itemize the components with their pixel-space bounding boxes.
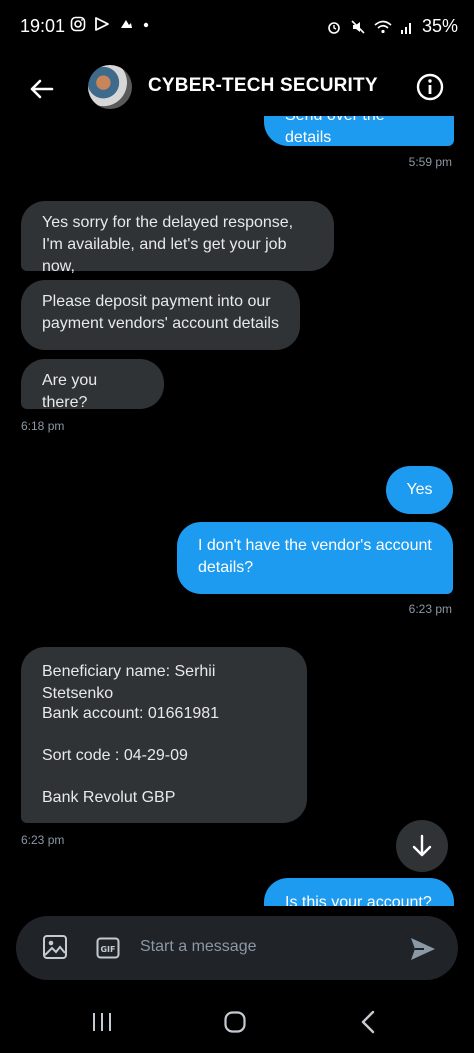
status-time: 19:01 [20,16,66,36]
message-thread[interactable]: Send over the details 5:59 pm Yes sorry … [0,116,474,906]
image-icon[interactable] [42,934,68,960]
gif-icon[interactable]: GIF [96,936,120,960]
message-timestamp: 6:18 pm [21,419,65,433]
battery-level: 35% [421,16,458,36]
arrow-down-icon [409,833,435,859]
bank-name-line: Bank Revolut GBP [42,789,176,806]
conversation-header: CYBER-TECH SECURITY [0,56,474,120]
message-outgoing[interactable]: Yes [386,466,453,514]
beneficiary-name-line: Beneficiary name: Serhii Stetsenko [42,663,216,702]
message-text: Yes [406,481,433,498]
mute-icon [350,19,366,35]
message-timestamp: 6:23 pm [408,602,452,616]
back-arrow-icon[interactable] [26,73,58,105]
nav-back-icon[interactable] [357,1010,381,1034]
message-text: Are you there? [42,372,98,411]
message-incoming[interactable]: Yes sorry for the delayed response, I'm … [21,201,334,275]
scroll-to-bottom-button[interactable] [396,820,448,872]
instagram-icon [70,16,86,32]
message-text: Send over the details [285,116,385,146]
wifi-icon [374,19,392,35]
message-input[interactable]: Start a message [140,938,257,956]
signal-icon [400,19,414,35]
page-title[interactable]: CYBER-TECH SECURITY [148,75,378,97]
dot-icon [142,16,150,32]
svg-text:GIF: GIF [100,945,115,954]
status-bar: 19:01 35% [0,0,474,56]
sort-code-line: Sort code : 04-29-09 [42,747,188,764]
recent-apps-icon[interactable] [90,1010,114,1034]
message-incoming[interactable]: Are you there? [21,359,164,411]
avatar[interactable] [88,65,132,109]
message-outgoing[interactable]: Is this your account? [264,878,454,906]
message-text: Yes sorry for the delayed response, I'm … [42,214,294,275]
status-right-icons: 35% [326,16,458,37]
message-incoming[interactable]: Please deposit payment into our payment … [21,280,300,350]
message-text: Please deposit payment into our payment … [42,293,279,332]
message-text: Is this your account? [285,894,432,906]
send-icon[interactable] [408,934,438,964]
system-nav-bar [0,990,474,1053]
message-text: I don't have the vendor's account detail… [198,537,432,576]
home-icon[interactable] [223,1010,247,1034]
message-timestamp: 6:23 pm [21,833,65,847]
bank-account-line: Bank account: 01661981 [42,705,220,722]
message-incoming[interactable]: Beneficiary name: Serhii Stetsenko Bank … [21,647,307,823]
message-outgoing[interactable]: Send over the details [264,116,454,146]
alarm-icon [326,19,342,35]
status-left-icons [70,16,150,32]
play-icon [94,16,110,32]
message-timestamp: 5:59 pm [408,155,452,169]
message-outgoing[interactable]: I don't have the vendor's account detail… [177,522,453,594]
notification-app-icon [118,16,134,32]
info-icon[interactable] [414,71,446,103]
message-composer: GIF Start a message [16,916,458,980]
